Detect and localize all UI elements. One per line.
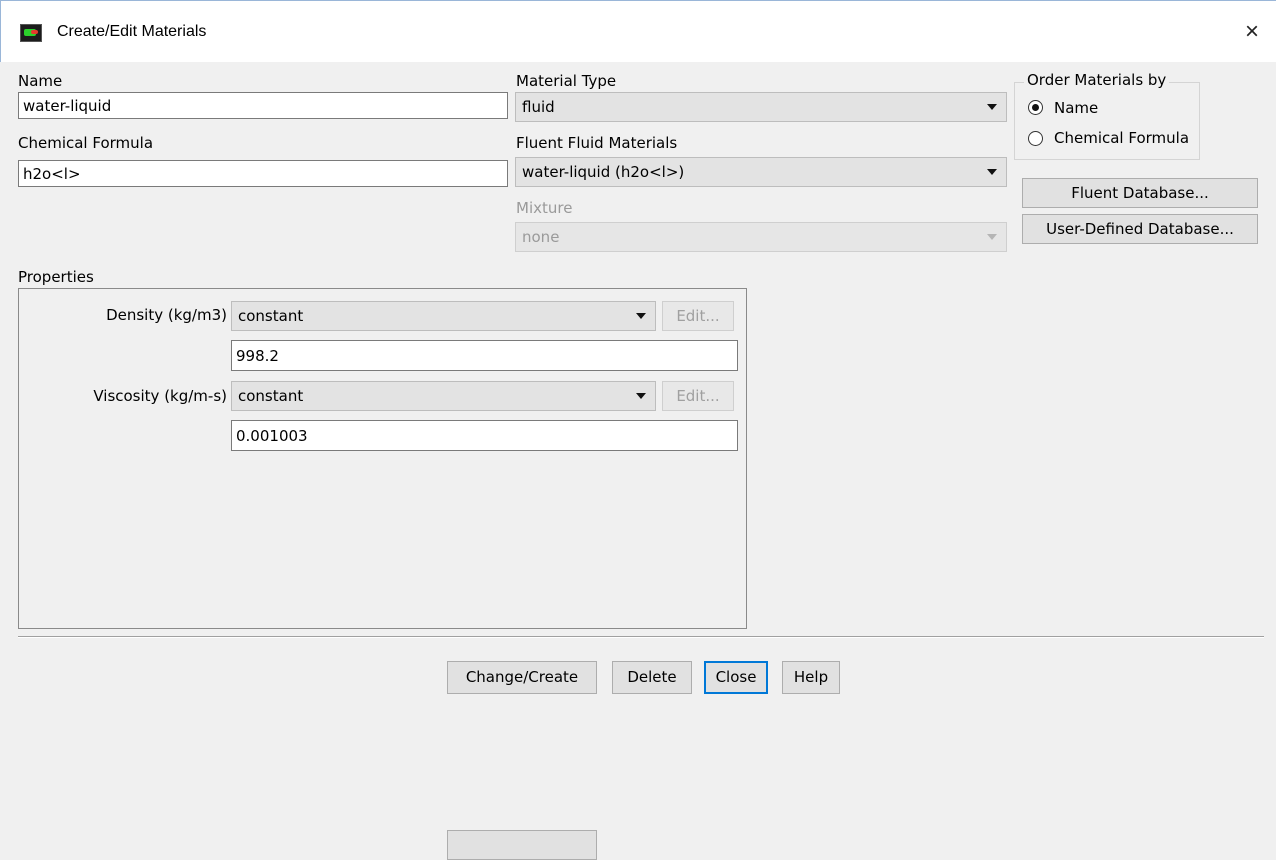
close-button[interactable]: Close [704,661,768,694]
density-label: Density (kg/m3) [106,306,227,324]
fluent-fluid-materials-value: water-liquid (h2o<l>) [522,163,685,181]
user-defined-database-button[interactable]: User-Defined Database... [1022,214,1258,244]
material-type-label: Material Type [516,72,617,90]
chevron-down-icon [987,169,997,175]
density-method-dropdown[interactable]: constant [231,301,656,331]
name-label: Name [18,72,63,90]
density-method-value: constant [238,307,304,325]
mixture-label: Mixture [516,199,573,217]
fluent-fluid-materials-label: Fluent Fluid Materials [516,134,678,152]
density-value-input[interactable]: 998.2 [231,340,738,371]
change-create-button[interactable]: Change/Create [447,661,597,694]
viscosity-method-dropdown[interactable]: constant [231,381,656,411]
order-materials-group [1014,82,1200,160]
mixture-dropdown: none [515,222,1007,252]
material-type-dropdown[interactable]: fluid [515,92,1007,122]
order-by-name-radio[interactable] [1028,100,1043,115]
name-input[interactable]: water-liquid [18,92,508,119]
viscosity-value-input[interactable]: 0.001003 [231,420,738,451]
viscosity-edit-button[interactable]: Edit... [662,381,734,411]
chemical-formula-label: Chemical Formula [18,134,154,152]
fluent-app-icon [20,24,42,42]
close-window-icon[interactable]: × [1234,15,1270,49]
chemical-formula-input[interactable]: h2o<l> [18,160,508,187]
material-type-value: fluid [522,98,555,116]
chevron-down-icon [636,313,646,319]
chevron-down-icon [636,393,646,399]
separator-line [18,636,1264,638]
order-by-formula-radio[interactable] [1028,131,1043,146]
order-by-formula-label: Chemical Formula [1054,129,1190,147]
properties-label: Properties [18,268,94,286]
window-title: Create/Edit Materials [57,23,207,40]
viscosity-method-value: constant [238,387,304,405]
fluent-database-button[interactable]: Fluent Database... [1022,178,1258,208]
order-by-name-label: Name [1054,99,1099,117]
chevron-down-icon [987,234,997,240]
chevron-down-icon [987,104,997,110]
fluent-fluid-materials-dropdown[interactable]: water-liquid (h2o<l>) [515,157,1007,187]
viscosity-label: Viscosity (kg/m-s) [93,387,227,405]
help-button[interactable]: Help [782,661,840,694]
delete-button[interactable]: Delete [612,661,692,694]
order-materials-legend: Order Materials by [1024,71,1170,89]
density-edit-button[interactable]: Edit... [662,301,734,331]
mixture-value: none [522,228,560,246]
